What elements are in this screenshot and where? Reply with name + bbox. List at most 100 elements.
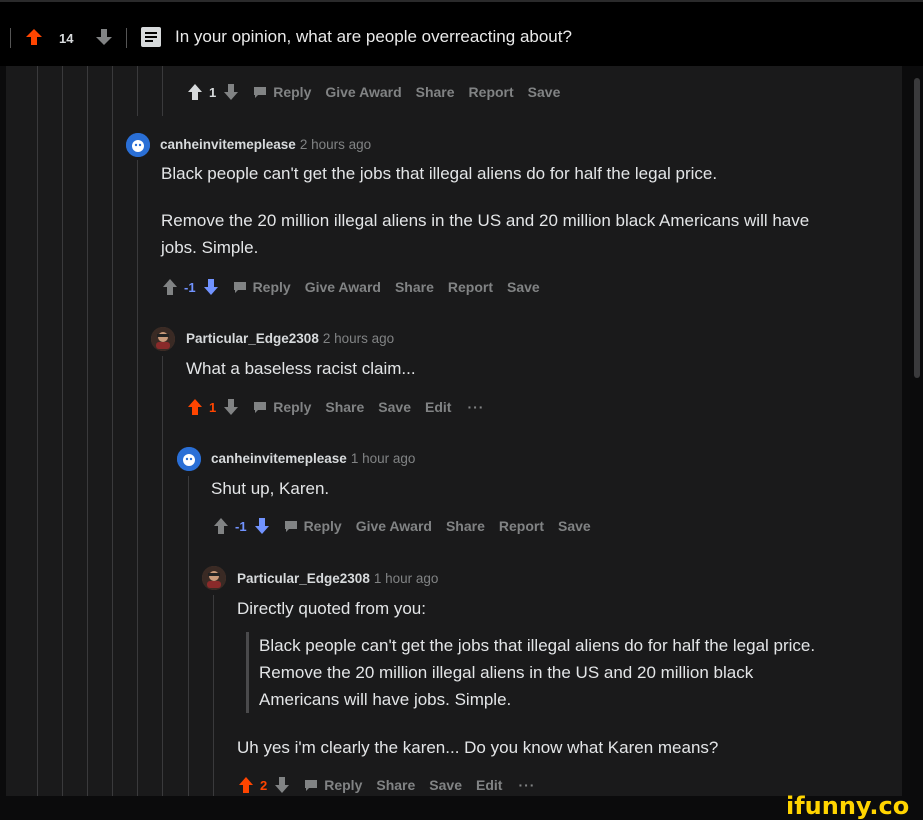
thread-line[interactable] bbox=[112, 66, 113, 796]
comment-action-row: 2 Reply Share Save Edit ··· bbox=[238, 776, 535, 794]
username[interactable]: canheinvitemeplease bbox=[211, 451, 347, 466]
reply-button[interactable]: Reply bbox=[253, 84, 311, 100]
save-button[interactable]: Save bbox=[528, 84, 561, 100]
downvote-arrow-icon[interactable] bbox=[223, 83, 239, 101]
save-button[interactable]: Save bbox=[378, 399, 411, 415]
timestamp[interactable]: 2 hours ago bbox=[300, 137, 371, 152]
watermark-logo: ifunny.co bbox=[786, 792, 910, 820]
more-options-icon[interactable]: ··· bbox=[518, 777, 535, 793]
comment-action-row: -1 Reply Give Award Share Report Save bbox=[162, 278, 540, 296]
reply-button[interactable]: Reply bbox=[304, 777, 362, 793]
reply-label: Reply bbox=[273, 84, 312, 100]
comment-icon bbox=[305, 780, 318, 791]
thread-line[interactable] bbox=[137, 66, 138, 116]
comment-meta: canheinvitemeplease 1 hour ago bbox=[211, 451, 415, 466]
avatar-icon bbox=[202, 566, 226, 590]
reply-label: Reply bbox=[303, 518, 342, 534]
divider bbox=[126, 28, 127, 48]
edit-button[interactable]: Edit bbox=[425, 399, 451, 415]
thread-line[interactable] bbox=[137, 160, 138, 796]
thread-line[interactable] bbox=[37, 66, 38, 796]
save-button[interactable]: Save bbox=[558, 518, 591, 534]
reply-button[interactable]: Reply bbox=[284, 518, 342, 534]
give-award-button[interactable]: Give Award bbox=[356, 518, 432, 534]
comment-body-line: jobs. Simple. bbox=[161, 238, 259, 257]
report-button[interactable]: Report bbox=[499, 518, 544, 534]
avatar[interactable] bbox=[126, 133, 150, 157]
thread-line[interactable] bbox=[162, 66, 163, 116]
share-button[interactable]: Share bbox=[446, 518, 485, 534]
upvote-arrow-icon[interactable] bbox=[162, 278, 178, 296]
reply-label: Reply bbox=[252, 279, 291, 295]
username[interactable]: Particular_Edge2308 bbox=[237, 571, 370, 586]
divider bbox=[10, 28, 11, 48]
reply-button[interactable]: Reply bbox=[253, 399, 311, 415]
comment-body-line: Shut up, Karen. bbox=[211, 479, 330, 498]
quote-line: Americans will have jobs. Simple. bbox=[259, 690, 512, 709]
upvote-arrow-icon[interactable] bbox=[187, 398, 203, 416]
blockquote: Black people can't get the jobs that ill… bbox=[246, 632, 815, 713]
comment-body-line: Black people can't get the jobs that ill… bbox=[161, 164, 718, 183]
timestamp[interactable]: 2 hours ago bbox=[323, 331, 394, 346]
downvote-arrow-icon[interactable] bbox=[223, 398, 239, 416]
avatar[interactable] bbox=[202, 566, 226, 590]
report-button[interactable]: Report bbox=[448, 279, 493, 295]
thread-line[interactable] bbox=[213, 595, 214, 796]
reply-label: Reply bbox=[324, 777, 363, 793]
thread-line[interactable] bbox=[188, 476, 189, 796]
give-award-button[interactable]: Give Award bbox=[305, 279, 381, 295]
timestamp[interactable]: 1 hour ago bbox=[351, 451, 416, 466]
comment-body-line: Remove the 20 million illegal aliens in … bbox=[161, 211, 810, 230]
downvote-arrow-icon[interactable] bbox=[203, 278, 219, 296]
quote-line: Remove the 20 million illegal aliens in … bbox=[259, 663, 754, 682]
give-award-button[interactable]: Give Award bbox=[325, 84, 401, 100]
avatar[interactable] bbox=[177, 447, 201, 471]
post-title[interactable]: In your opinion, what are people overrea… bbox=[175, 27, 572, 47]
thread-line[interactable] bbox=[162, 356, 163, 796]
comment-score: 1 bbox=[209, 84, 217, 100]
comment-action-row: 1 Reply Give Award Share Report Save bbox=[187, 83, 560, 101]
avatar-icon bbox=[151, 327, 175, 351]
comment-meta: canheinvitemeplease 2 hours ago bbox=[160, 137, 371, 152]
post-header-bar: 14 In your opinion, what are people over… bbox=[0, 0, 923, 66]
comment-score: -1 bbox=[235, 518, 247, 534]
downvote-arrow-icon[interactable] bbox=[94, 27, 114, 52]
comment-body-line: Directly quoted from you: bbox=[237, 599, 426, 618]
more-options-icon[interactable]: ··· bbox=[467, 399, 484, 415]
comment-score: -1 bbox=[184, 279, 196, 295]
username[interactable]: canheinvitemeplease bbox=[160, 137, 296, 152]
thread-line[interactable] bbox=[87, 66, 88, 796]
report-button[interactable]: Report bbox=[469, 84, 514, 100]
quote-line: Black people can't get the jobs that ill… bbox=[259, 636, 816, 655]
upvote-arrow-icon[interactable] bbox=[238, 776, 254, 794]
share-button[interactable]: Share bbox=[376, 777, 415, 793]
avatar-icon bbox=[177, 447, 201, 471]
downvote-arrow-icon[interactable] bbox=[254, 517, 270, 535]
comment-icon bbox=[233, 282, 246, 293]
thread-line[interactable] bbox=[62, 66, 63, 796]
save-button[interactable]: Save bbox=[507, 279, 540, 295]
timestamp[interactable]: 1 hour ago bbox=[374, 571, 439, 586]
share-button[interactable]: Share bbox=[416, 84, 455, 100]
upvote-arrow-icon[interactable] bbox=[213, 517, 229, 535]
save-button[interactable]: Save bbox=[429, 777, 462, 793]
username[interactable]: Particular_Edge2308 bbox=[186, 331, 319, 346]
bottom-strip bbox=[0, 796, 923, 817]
share-button[interactable]: Share bbox=[395, 279, 434, 295]
share-button[interactable]: Share bbox=[325, 399, 364, 415]
edit-button[interactable]: Edit bbox=[476, 777, 502, 793]
downvote-arrow-icon[interactable] bbox=[274, 776, 290, 794]
upvote-arrow-icon[interactable] bbox=[24, 27, 44, 52]
avatar-icon bbox=[126, 133, 150, 157]
post-score: 14 bbox=[59, 31, 74, 46]
comment-meta: Particular_Edge2308 1 hour ago bbox=[237, 571, 438, 586]
upvote-arrow-icon[interactable] bbox=[187, 83, 203, 101]
reply-label: Reply bbox=[273, 399, 312, 415]
reply-button[interactable]: Reply bbox=[233, 279, 291, 295]
avatar[interactable] bbox=[151, 327, 175, 351]
comment-body-line: Uh yes i'm clearly the karen... Do you k… bbox=[237, 738, 719, 757]
comment-icon bbox=[254, 402, 267, 413]
post-icon bbox=[140, 26, 162, 48]
comment-icon bbox=[254, 87, 267, 98]
scrollbar-thumb[interactable] bbox=[914, 78, 920, 378]
